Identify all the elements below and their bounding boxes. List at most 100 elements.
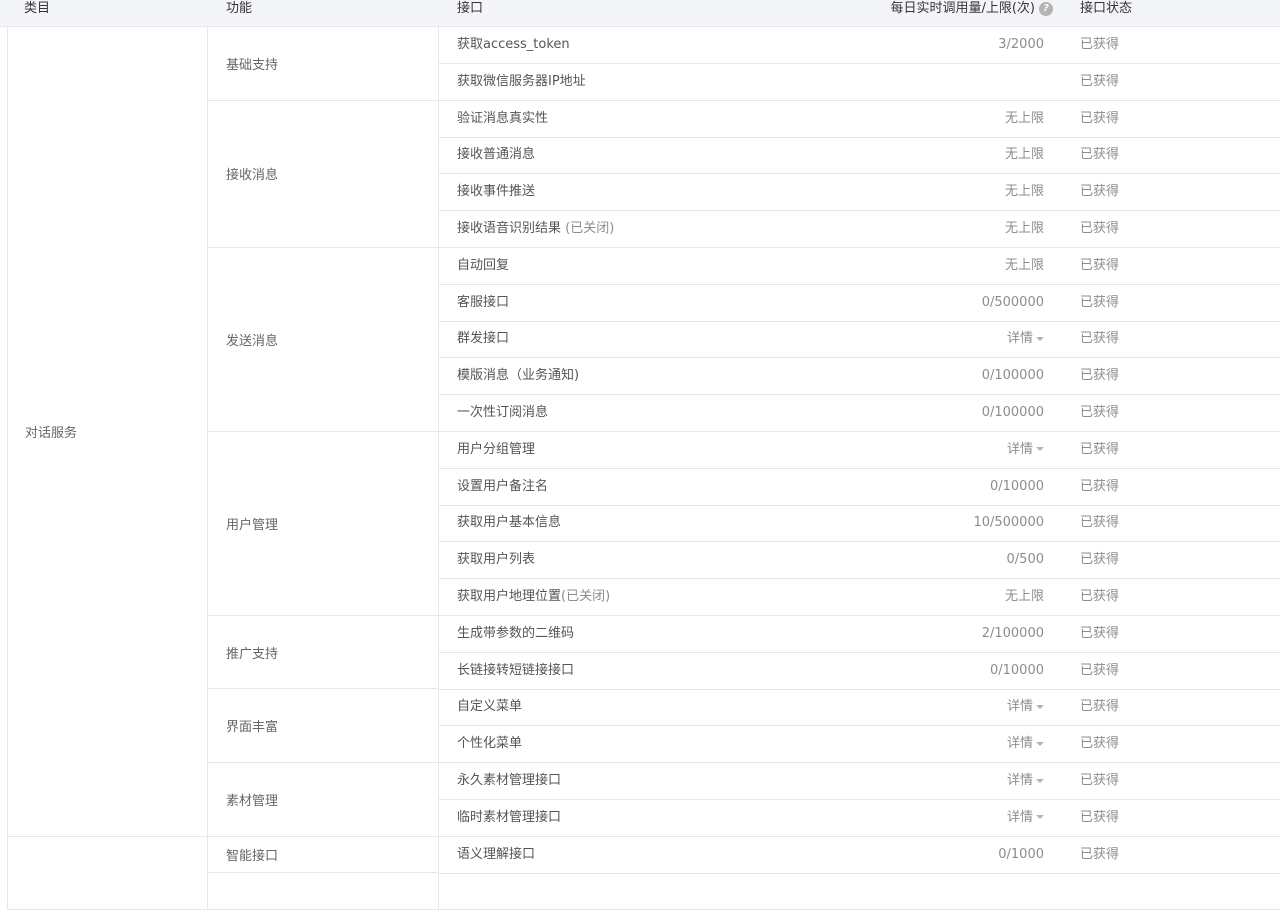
table-row: 接收事件推送 无上限 已获得 — [439, 174, 1280, 212]
status-text: 已获得 — [1080, 478, 1120, 494]
usage-text: 0/500 — [1006, 552, 1044, 568]
table-row: 接收普通消息 无上限 已获得 — [439, 137, 1280, 175]
api-note: (已关闭) — [565, 221, 615, 236]
status-text: 已获得 — [1080, 368, 1120, 384]
api-note: (已关闭) — [561, 589, 611, 604]
usage-text: 0/10000 — [989, 662, 1044, 678]
api-name: 接收语音识别结果 (已关闭) — [457, 211, 614, 247]
function-label: 接收消息 — [226, 168, 279, 184]
table-header: 类目 功能 接口 每日实时调用量/上限(次) ? 接口状态 — [0, 0, 1280, 27]
api-name-text: 临时素材管理接口 — [457, 809, 562, 825]
function-cell: 发送消息 — [208, 247, 439, 432]
table-row: 永久素材管理接口 详情 已获得 — [439, 763, 1280, 800]
function-label: 界面丰富 — [226, 720, 279, 736]
usage-detail-dropdown[interactable]: 详情 — [1007, 763, 1044, 799]
usage-text: 2/100000 — [981, 625, 1044, 641]
category-cell — [7, 836, 208, 910]
status-text: 已获得 — [1080, 662, 1120, 678]
usage-value: 0/100000 — [982, 358, 1044, 394]
api-name: 一次性订阅消息 — [457, 395, 548, 431]
function-label: 素材管理 — [226, 793, 279, 809]
usage-detail-dropdown[interactable]: 详情 — [1007, 726, 1044, 762]
api-name-text: 设置用户备注名 — [457, 478, 549, 494]
header-function: 功能 — [226, 1, 253, 16]
api-name-text: 获取用户基本信息 — [457, 515, 562, 531]
table-row: 一次性订阅消息 0/100000 已获得 — [439, 395, 1280, 432]
usage-detail-dropdown[interactable]: 详情 — [1007, 321, 1044, 357]
usage-detail-dropdown[interactable]: 详情 — [1007, 689, 1044, 725]
status-text: 已获得 — [1080, 37, 1120, 52]
status-text: 已获得 — [1080, 331, 1120, 347]
function-cell: 接收消息 — [208, 100, 439, 248]
table-row: 获取access_token 3/2000 已获得 — [439, 27, 1280, 64]
api-name: 客服接口 — [457, 285, 509, 321]
status-text: 已获得 — [1080, 147, 1120, 163]
status-text: 已获得 — [1080, 736, 1120, 752]
category-label: 对话服务 — [25, 425, 78, 441]
api-name: 永久素材管理接口 — [457, 763, 561, 799]
usage-value: 0/100000 — [982, 395, 1044, 431]
table-row: 群发接口 详情 已获得 — [439, 321, 1280, 359]
api-name-text: 获取用户地理位置 — [457, 589, 562, 604]
question-circle-icon[interactable]: ? — [1039, 1, 1053, 16]
usage-text: 无上限 — [1004, 257, 1044, 273]
status-text: 已获得 — [1080, 257, 1120, 273]
header-category: 类目 — [24, 1, 51, 16]
api-name-text: 语义理解接口 — [457, 846, 536, 862]
function-cell — [208, 873, 439, 910]
table-row: 客服接口 0/500000 已获得 — [439, 285, 1280, 322]
api-name-text: 获取access_token — [457, 37, 570, 52]
usage-detail-dropdown[interactable]: 详情 — [1007, 432, 1044, 468]
table-row: 获取微信服务器IP地址 已获得 — [439, 64, 1280, 101]
api-name-text: 获取微信服务器IP地址 — [457, 73, 586, 89]
table-row: 获取用户列表 0/500 已获得 — [439, 542, 1280, 580]
api-name: 个性化菜单 — [457, 726, 522, 762]
api-name-text: 自动回复 — [457, 257, 510, 273]
usage-value: 无上限 — [1005, 101, 1044, 137]
usage-value: 0/10000 — [990, 469, 1044, 505]
usage-value: 无上限 — [1005, 137, 1044, 173]
table-row: 获取用户基本信息 10/500000 已获得 — [439, 505, 1280, 543]
api-name: 群发接口 — [457, 321, 509, 357]
usage-text: 无上限 — [1004, 221, 1044, 236]
usage-text: 详情 — [1006, 441, 1033, 457]
status-text: 已获得 — [1080, 184, 1120, 200]
function-label: 基础支持 — [226, 57, 279, 73]
api-name-text: 个性化菜单 — [457, 736, 523, 752]
category-cell: 对话服务 — [7, 27, 208, 837]
api-name: 模版消息（业务通知) — [457, 358, 579, 394]
function-cell: 基础支持 — [208, 27, 439, 101]
status-text: 已获得 — [1080, 515, 1120, 531]
function-label: 用户管理 — [226, 517, 279, 533]
usage-value: 无上限 — [1005, 211, 1044, 247]
api-name: 自动回复 — [457, 248, 509, 284]
table-row: 长链接转短链接接口 0/10000 已获得 — [439, 653, 1280, 690]
api-name: 验证消息真实性 — [457, 101, 548, 137]
usage-detail-dropdown[interactable]: 详情 — [1007, 800, 1044, 836]
usage-value: 无上限 — [1005, 248, 1044, 284]
table-row: 接收语音识别结果 (已关闭) 无上限 已获得 — [439, 211, 1280, 248]
header-api: 接口 — [457, 1, 484, 16]
usage-value: 0/10000 — [990, 653, 1044, 689]
table-row: 自动回复 无上限 已获得 — [439, 248, 1280, 285]
api-name: 获取access_token — [457, 27, 570, 63]
chevron-down-icon — [1036, 815, 1044, 820]
status-text: 已获得 — [1080, 773, 1120, 788]
status-text: 已获得 — [1080, 552, 1120, 568]
status-text: 已获得 — [1080, 699, 1120, 715]
header-usage-label: 每日实时调用量/上限(次) — [890, 1, 1035, 16]
api-name: 长链接转短链接接口 — [457, 653, 574, 689]
status-text: 已获得 — [1080, 809, 1120, 825]
usage-value: 无上限 — [1005, 174, 1044, 210]
function-label: 推广支持 — [226, 646, 279, 662]
function-label: 智能接口 — [226, 848, 279, 864]
table-row: 用户分组管理 详情 已获得 — [439, 432, 1280, 469]
usage-value: 0/500 — [1007, 542, 1044, 578]
table-row: 设置用户备注名 0/10000 已获得 — [439, 469, 1280, 506]
api-name: 接收普通消息 — [457, 137, 535, 173]
usage-text: 0/100000 — [981, 405, 1044, 420]
usage-text: 0/1000 — [998, 846, 1044, 862]
api-name: 临时素材管理接口 — [457, 800, 561, 836]
chevron-down-icon — [1036, 336, 1044, 341]
usage-text: 3/2000 — [998, 37, 1044, 52]
